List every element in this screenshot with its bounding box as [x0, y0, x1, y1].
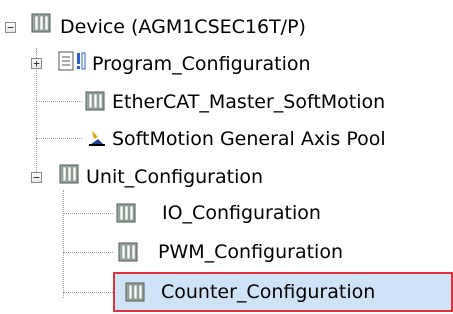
tree-line [36, 138, 82, 139]
device-icon [85, 91, 105, 111]
collapse-toggle[interactable]: − [31, 172, 42, 183]
program-config-icon [58, 51, 86, 71]
tree-node-label[interactable]: Counter_Configuration [161, 280, 375, 304]
axis-pool-icon [89, 131, 105, 146]
expand-toggle[interactable]: + [31, 58, 42, 69]
tree-node-label[interactable]: EtherCAT_Master_SoftMotion [112, 90, 385, 114]
device-tree: − Device (AGM1CSEC16T/P) + Program_Confi… [0, 0, 453, 314]
tree-node-label[interactable]: Program_Configuration [92, 52, 311, 76]
device-icon [118, 242, 138, 262]
device-icon [116, 203, 136, 223]
device-icon [31, 13, 51, 33]
tree-node-label[interactable]: Device (AGM1CSEC16T/P) [60, 15, 306, 39]
tree-node-label[interactable]: SoftMotion General Axis Pool [112, 127, 386, 151]
collapse-toggle[interactable]: − [5, 22, 16, 33]
tree-node-label[interactable]: Unit_Configuration [86, 165, 263, 189]
tree-line [63, 213, 113, 214]
tree-line [63, 292, 113, 293]
tree-node-label[interactable]: IO_Configuration [162, 201, 321, 225]
device-icon [59, 164, 79, 184]
tree-line [63, 190, 64, 298]
tree-line [36, 101, 82, 102]
device-icon [125, 282, 145, 302]
tree-node-label[interactable]: PWM_Configuration [158, 240, 343, 264]
tree-line [63, 252, 113, 253]
